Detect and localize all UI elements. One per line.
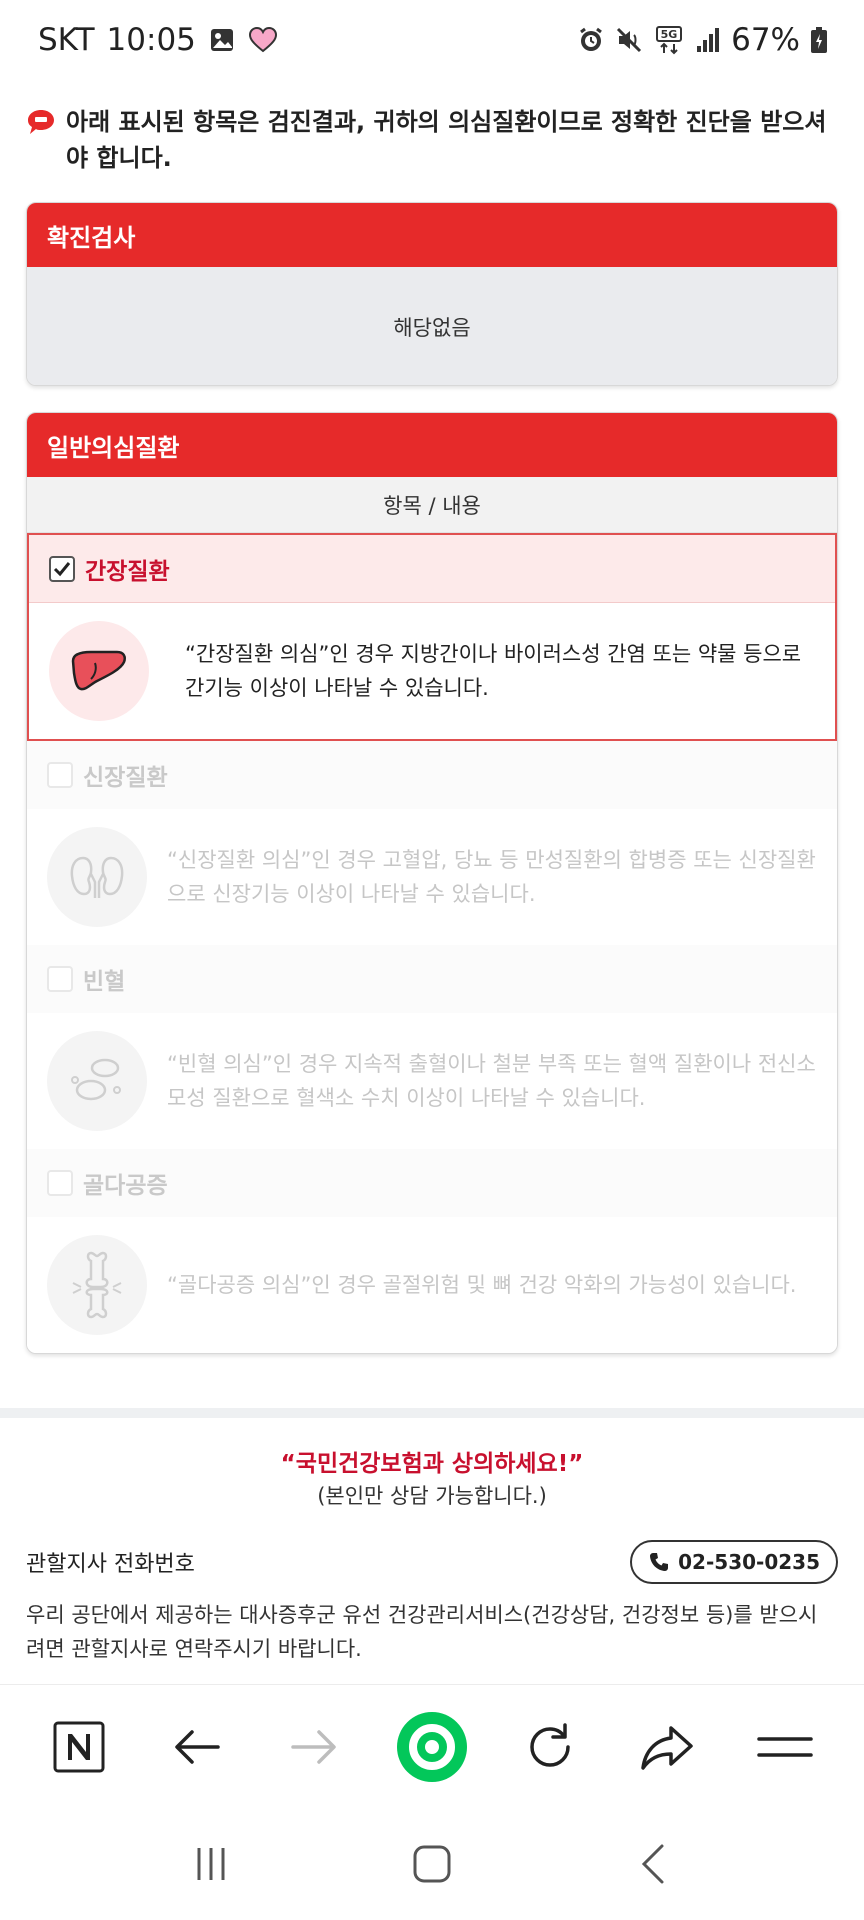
signal-icon: [695, 26, 721, 54]
naver-n-icon: [53, 1721, 105, 1772]
reload-button[interactable]: [510, 1707, 590, 1787]
phone-icon: [650, 1553, 669, 1571]
disease-item-liver[interactable]: 간장질환 “간장질환 의심”인 경우 지방간이나 바이러스성 간염 또는 약물 …: [27, 533, 837, 741]
share-arrow-icon: [641, 1725, 694, 1770]
speech-bubble-icon: [26, 108, 56, 176]
item-description: “간장질환 의심”인 경우 지방간이나 바이러스성 간염 또는 약물 등으로 간…: [185, 642, 802, 700]
check-icon: [53, 561, 71, 576]
suspected-disease-card: 일반의심질환 항목 / 내용 간장질환 “간장질환 의심”인 경우 지방간이나 …: [26, 412, 838, 1354]
blood-cell-icon: [47, 1031, 147, 1131]
suspected-disease-header: 일반의심질환: [27, 413, 837, 477]
naver-home-button[interactable]: [39, 1707, 119, 1787]
kidney-icon: [47, 827, 147, 927]
item-desc-row: “빈혈 의심”인 경우 지속적 출혈이나 철분 부족 또는 혈액 질환이나 전신…: [27, 1013, 837, 1149]
checkbox-unchecked[interactable]: [47, 966, 73, 992]
item-title-row: 신장질환: [27, 741, 837, 809]
system-navigation-bar: [0, 1808, 864, 1920]
item-description: “신장질환 의심”인 경우 고혈압, 당뇨 등 만성질환의 합병증 또는 신장질…: [167, 848, 816, 906]
checkbox-checked[interactable]: [49, 555, 75, 582]
liver-icon: [49, 621, 149, 721]
recent-apps-button[interactable]: [171, 1824, 251, 1904]
column-header: 항목 / 내용: [27, 477, 837, 533]
item-desc-row: “신장질환 의심”인 경우 고혈압, 당뇨 등 만성질환의 합병증 또는 신장질…: [27, 809, 837, 945]
arrow-right-icon: [291, 1729, 336, 1764]
carrier-label: SKT: [38, 22, 95, 58]
section-divider: [0, 1408, 864, 1418]
clock: 10:05: [106, 22, 196, 58]
battery-charging-icon: [810, 26, 828, 54]
forward-button[interactable]: [274, 1707, 354, 1787]
mute-icon: [615, 26, 645, 54]
heart-icon: [248, 26, 278, 54]
chevron-left-icon: [642, 1844, 664, 1884]
browser-toolbar: [0, 1684, 864, 1808]
network-5g-icon: 5G: [655, 25, 685, 55]
bone-icon: [47, 1235, 147, 1335]
checkbox-unchecked[interactable]: [47, 762, 73, 788]
branch-phone-row: 관할지사 전화번호 02-530-0235: [26, 1540, 838, 1584]
share-button[interactable]: [627, 1707, 707, 1787]
item-title: 골다공증: [83, 1173, 168, 1199]
recent-apps-icon: [197, 1848, 225, 1880]
home-square-icon: [413, 1845, 451, 1883]
disease-item-anemia[interactable]: 빈혈 “빈혈 의심”인 경우 지속적 출혈이나 철분 부족 또는 혈액 질환이나…: [27, 945, 837, 1149]
system-back-button[interactable]: [613, 1824, 693, 1904]
consult-title: “국민건강보험과 상의하세요!”: [280, 1451, 584, 1477]
notice-text: 아래 표시된 항목은 검진결과, 귀하의 의심질환이므로 정확한 진단을 받으셔…: [66, 108, 827, 172]
alarm-icon: [577, 26, 605, 54]
item-title: 간장질환: [85, 558, 170, 585]
gallery-icon: [208, 26, 236, 54]
item-description: “골다공증 의심”인 경우 골절위험 및 뼈 건강 악화의 가능성이 있습니다.: [167, 1273, 797, 1297]
call-branch-button[interactable]: 02-530-0235: [630, 1540, 838, 1584]
item-title: 신장질환: [83, 765, 168, 791]
disease-item-osteoporosis[interactable]: 골다공증 “골다공증 의심”인 경우 골절위험 및 뼈 건강 악화의 가능성이 …: [27, 1149, 837, 1353]
item-title: 빈혈: [83, 969, 126, 995]
item-desc-row: “골다공증 의심”인 경우 골절위험 및 뼈 건강 악화의 가능성이 있습니다.: [27, 1217, 837, 1353]
consult-subtitle: (본인만 상담 가능합니다.): [317, 1484, 547, 1508]
checkbox-unchecked[interactable]: [47, 1170, 73, 1196]
green-dot-icon: [396, 1711, 467, 1782]
branch-phone-label: 관할지사 전화번호: [26, 1552, 195, 1577]
item-title-row: 빈혈: [27, 945, 837, 1013]
hamburger-menu-icon: [757, 1736, 813, 1757]
naver-green-dot-button[interactable]: [392, 1707, 472, 1787]
status-right: 5G 67%: [577, 22, 828, 58]
item-description: “빈혈 의심”인 경우 지속적 출혈이나 철분 부족 또는 혈액 질환이나 전신…: [167, 1052, 816, 1110]
status-bar: SKT 10:05 5G 67%: [0, 0, 864, 80]
item-title-row: 골다공증: [27, 1149, 837, 1217]
disease-item-kidney[interactable]: 신장질환 “신장질환 의심”인 경우 고혈압, 당뇨 등 만성질환의 합병증 또…: [27, 741, 837, 945]
arrow-left-icon: [174, 1729, 220, 1764]
menu-button[interactable]: [745, 1707, 825, 1787]
back-button[interactable]: [157, 1707, 237, 1787]
phone-number: 02-530-0235: [678, 1550, 820, 1574]
item-title-row: 간장질환: [29, 535, 835, 603]
home-button[interactable]: [392, 1824, 472, 1904]
notice: 아래 표시된 항목은 검진결과, 귀하의 의심질환이므로 정확한 진단을 받으셔…: [26, 104, 846, 176]
battery-percent: 67%: [731, 22, 800, 58]
svg-text:5G: 5G: [661, 28, 678, 41]
item-desc-row: “간장질환 의심”인 경우 지방간이나 바이러스성 간염 또는 약물 등으로 간…: [29, 603, 835, 739]
service-info-text: 우리 공단에서 제공하는 대사증후군 유선 건강관리서비스(건강상담, 건강정보…: [26, 1603, 818, 1661]
confirm-test-card: 확진검사 해당없음: [26, 202, 838, 386]
confirm-test-body: 해당없음: [27, 267, 837, 385]
status-left: SKT 10:05: [38, 22, 278, 58]
confirm-test-header: 확진검사: [27, 203, 837, 267]
reload-icon: [529, 1722, 570, 1767]
